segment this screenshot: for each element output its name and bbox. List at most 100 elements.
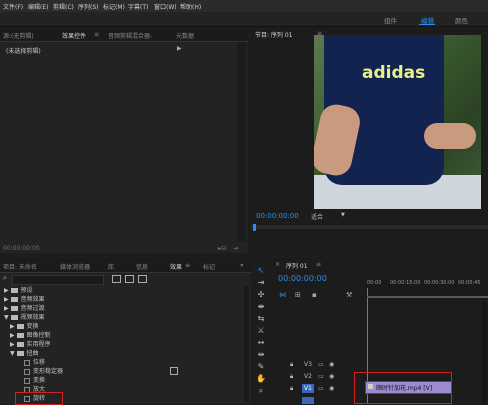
lock-icon[interactable]: 🔒︎ [290,385,293,393]
menu-edit[interactable]: 编辑(E) [28,2,48,11]
folder-icon [10,315,18,320]
tab-audio-clip-mixer[interactable]: 音频剪辑混合器: [108,31,152,40]
zoom-tool-icon[interactable]: ⌕ [255,386,267,396]
ruler-label: 00:00:30:00 [424,280,455,286]
wrench-icon[interactable]: ⚒ [346,291,352,299]
tab-menu-icon[interactable]: ≡ [94,31,99,38]
timeline-menu-icon[interactable]: ≡ [316,261,321,268]
sync-lock-icon[interactable]: ▭ [318,385,324,392]
tab-metadata[interactable]: 元数据 [176,31,194,40]
filter-icon[interactable]: ▸⊟ [218,245,226,252]
fit-dropdown[interactable]: 适合 [311,212,323,221]
menu-file[interactable]: 文件(F) [3,2,23,11]
program-scrub-bar[interactable] [251,225,488,229]
track-label-v1[interactable]: V1 [304,385,312,392]
track-label-v2[interactable]: V2 [304,373,312,380]
menu-help[interactable]: 帮助(H) [180,2,201,11]
effect-controls-timecode[interactable]: 00:00:00:00 [3,245,40,252]
rolling-edit-tool-icon[interactable]: ⇼ [255,302,267,312]
ripple-edit-tool-icon[interactable]: ✣ [255,290,267,300]
tree-item-distort[interactable]: ▼ 扭曲 [10,348,39,357]
menu-sequence[interactable]: 序列(S) [78,2,99,11]
folder-icon [16,351,24,356]
tab-project[interactable]: 项目: 未命名 [3,262,37,271]
menu-window[interactable]: 窗口(W) [154,2,177,11]
shirt-logo: adidas [362,63,426,83]
rate-stretch-tool-icon[interactable]: ⇆ [255,314,267,324]
program-monitor-panel: 节目: 序列 01 ≡ adidas 00:00:00:00 适合 ▼ [251,27,488,253]
track-select-tool-icon[interactable]: ⇥ [255,278,267,288]
export-icon[interactable]: ⇥ [233,245,238,252]
track-label-v3[interactable]: V3 [304,361,312,368]
timeline-scrollbar[interactable] [482,302,487,402]
sync-lock-icon[interactable]: ▭ [318,361,324,368]
eye-icon[interactable]: ◉ [329,361,334,368]
workspace-color[interactable]: 颜色 [455,15,468,25]
folder-icon [16,324,24,329]
eye-icon[interactable]: ◉ [329,373,334,380]
tab-info[interactable]: 信息 [136,262,148,271]
tree-item-utility[interactable]: ▶ 实用程序 [10,339,51,348]
tree-item-transform-effect[interactable]: 变换 [24,375,45,384]
eye-icon[interactable]: ◉ [329,385,334,392]
folder-icon [10,297,18,302]
accelerated-effects-icon[interactable] [112,275,121,283]
effect-icon [24,359,30,366]
tab-library[interactable]: 库 [108,262,114,271]
track-a1-target[interactable] [302,397,314,404]
person-arm-right [424,123,476,149]
program-playhead[interactable] [253,224,256,231]
twirl-highlight-box [15,392,63,405]
tree-item-audio-effects[interactable]: ▶ 音频效果 [4,294,45,303]
search-icon[interactable]: ⌕ [3,274,7,283]
effect-icon [24,377,30,384]
razor-tool-icon[interactable]: ⚔ [255,326,267,336]
workspace-bar: 组件 编辑 颜色 [0,12,488,27]
tree-item-offset[interactable]: 位移 [24,357,45,366]
tab-effects-menu-icon[interactable]: ≡ [185,262,190,269]
tree-item-warp-stabilizer[interactable]: 变形稳定器 [24,366,63,375]
work-area-bar[interactable] [367,296,488,298]
lock-icon[interactable]: 🔒︎ [290,373,293,381]
linked-selection-icon[interactable]: ⊞ [295,291,301,299]
effects-panel: 项目: 未命名 媒体浏览器 库 信息 效果 ≡ 标记 » ⌕ ▶ 预设 ▶ 音频… [0,258,251,405]
yuv-effects-icon[interactable] [138,275,147,283]
effects-search-input[interactable] [12,275,104,285]
selection-tool-icon[interactable]: ↖ [255,266,267,276]
tab-effect-controls[interactable]: 效果控件 [62,31,86,40]
sync-lock-icon[interactable]: ▭ [318,373,324,380]
menu-marker[interactable]: 标记(M) [103,2,125,11]
tree-item-audio-transitions[interactable]: ▶ 音频过渡 [4,303,45,312]
tree-item-image-control[interactable]: ▶ 图像控制 [10,330,51,339]
effect-controls-panel: 源:(无剪辑) 效果控件 ≡ 音频剪辑混合器: 元数据 (未选择剪辑) ▶ 00… [0,27,248,253]
tree-item-presets[interactable]: ▶ 预设 [4,285,33,294]
program-monitor-title: 节目: 序列 01 [255,32,293,39]
tab-effects[interactable]: 效果 [170,262,182,271]
lock-icon[interactable]: 🔒︎ [290,361,293,369]
close-sequence-icon[interactable]: × [275,261,280,268]
pen-tool-icon[interactable]: ✎ [255,362,267,372]
tree-item-transform[interactable]: ▶ 变换 [10,321,39,330]
menu-clip[interactable]: 剪辑(C) [53,2,74,11]
timeline-timecode[interactable]: 00:00:00:00 [278,274,327,283]
tab-media-browser[interactable]: 媒体浏览器 [60,262,90,271]
hand-tool-icon[interactable]: ✋ [255,374,267,384]
tab-source[interactable]: 源:(无剪辑) [3,31,34,40]
slip-tool-icon[interactable]: ↔ [255,338,267,348]
tab-markers[interactable]: 标记 [203,262,215,271]
expand-arrow-icon[interactable]: ▶ [177,45,182,52]
tree-item-video-effects[interactable]: ▼ 视频效果 [4,312,45,321]
program-timecode[interactable]: 00:00:00:00 [256,212,299,220]
panel-overflow-icon[interactable]: » [240,262,244,269]
workspace-assembly[interactable]: 组件 [384,15,397,25]
fit-dropdown-arrow-icon[interactable]: ▼ [341,212,345,218]
menu-title[interactable]: 字幕(T) [128,2,148,11]
effect-icon [24,368,30,375]
effects-scrollbar[interactable] [244,286,249,402]
slide-tool-icon[interactable]: ⇹ [255,350,267,360]
snap-icon[interactable]: ⋈ [279,291,286,299]
effect-controls-scrollbar[interactable] [237,42,246,242]
add-marker-icon[interactable]: ▪ [312,291,317,299]
32bit-effects-icon[interactable] [125,275,134,283]
timeline-title[interactable]: 序列 01 [286,261,308,270]
